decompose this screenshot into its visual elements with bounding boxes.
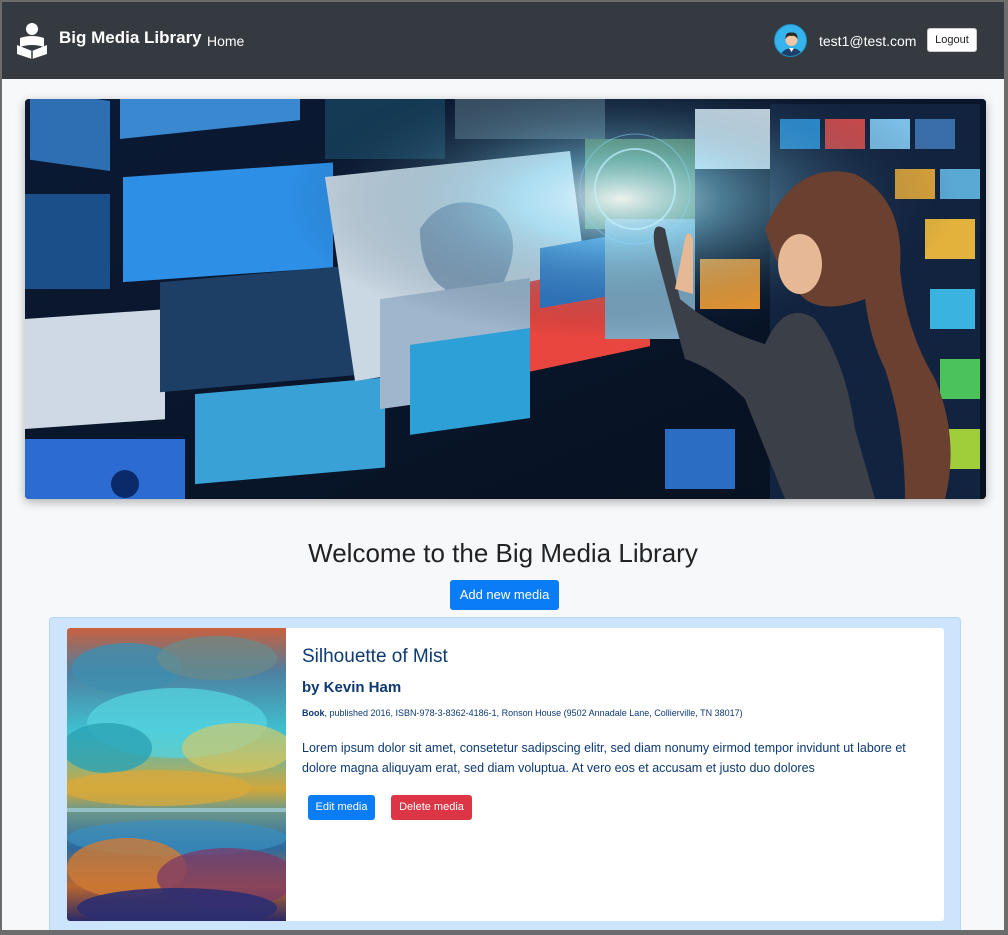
- media-type: Book: [302, 708, 325, 718]
- media-details: Book, published 2016, ISBN-978-3-8362-41…: [302, 708, 743, 718]
- user-email: test1@test.com: [819, 33, 917, 49]
- media-list-item: Silhouette of Mist by Kevin Ham Book, pu…: [49, 617, 961, 930]
- media-publication-info: , published 2016, ISBN-978-3-8362-4186-1…: [324, 708, 743, 718]
- app-window: Big Media Library Home test1@test.com Lo…: [2, 2, 1004, 930]
- top-navbar: Big Media Library Home test1@test.com Lo…: [2, 2, 1004, 79]
- media-title[interactable]: Silhouette of Mist: [302, 646, 448, 668]
- edit-media-button[interactable]: Edit media: [308, 795, 375, 820]
- add-media-button[interactable]: Add new media: [450, 580, 559, 610]
- logout-button[interactable]: Logout: [927, 28, 977, 52]
- media-card: Silhouette of Mist by Kevin Ham Book, pu…: [67, 628, 944, 921]
- media-cover-image: [67, 628, 297, 921]
- media-description: Lorem ipsum dolor sit amet, consetetur s…: [302, 741, 906, 775]
- user-avatar-icon[interactable]: [774, 24, 807, 57]
- media-author: by Kevin Ham: [302, 679, 402, 696]
- nav-link-home[interactable]: Home: [207, 33, 244, 49]
- hero-banner-image: [25, 99, 986, 499]
- page-title: Welcome to the Big Media Library: [308, 538, 698, 568]
- brand-title[interactable]: Big Media Library: [59, 28, 202, 48]
- delete-media-button[interactable]: Delete media: [391, 795, 472, 820]
- reader-icon[interactable]: [15, 21, 49, 59]
